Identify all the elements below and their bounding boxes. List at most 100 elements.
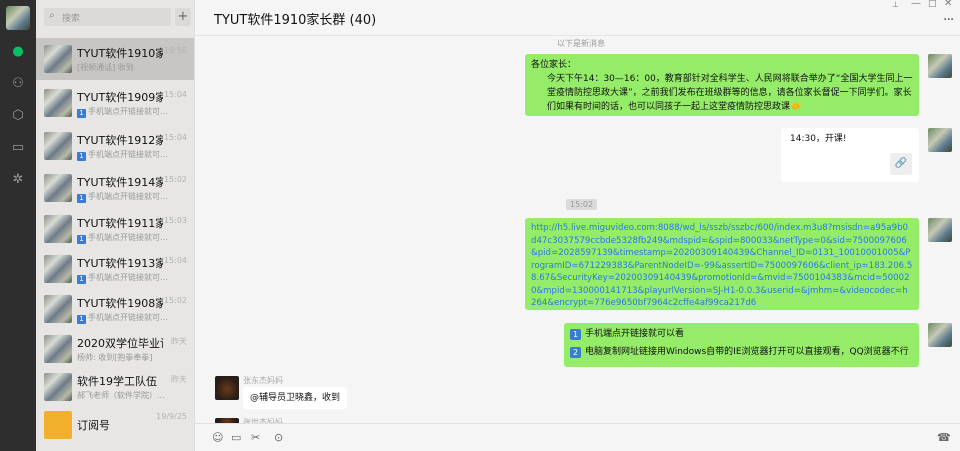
conversation-time: 15:02: [163, 296, 187, 305]
list-item[interactable]: TYUT软件1911家长... 15:03 1手机端点开链接就可...: [36, 208, 194, 250]
conversation-name: TYUT软件1911家长...: [77, 217, 163, 230]
chat-panel: TYUT软件1910家长群 (40) ⊥ — □ ✕ ··· 以下是新消息 各位…: [194, 0, 960, 451]
more-icon[interactable]: ···: [943, 12, 954, 28]
group-avatar: [44, 295, 72, 323]
list-item[interactable]: TYUT软件1913家长... 15:04 1手机端点开链接就可...: [36, 248, 194, 290]
conversation-preview: 1 手机端点开链接就可...: [77, 232, 187, 244]
list-item[interactable]: 软件19学工队伍 昨天 郝飞老师（软件学院）...: [36, 366, 194, 408]
avatar[interactable]: [928, 323, 952, 347]
conversation-time: 19/9/25: [156, 412, 187, 421]
group-avatar: [44, 45, 72, 73]
conversation-time: 15:04: [163, 133, 187, 142]
conversation-time: 15:02: [163, 175, 187, 184]
avatar[interactable]: [215, 376, 239, 400]
conversation-time: 15:03: [163, 216, 187, 225]
add-chat-button[interactable]: +: [175, 8, 191, 26]
list-item[interactable]: TYUT软件1910家长... 19:58 [视频通话] 收到: [36, 38, 194, 80]
conversation-preview: 郝飞老师（软件学院）...: [77, 391, 165, 400]
conversation-preview: 1 手机端点开链接就可...: [77, 272, 187, 284]
conversation-name: TYUT软件1909家长...: [77, 91, 163, 104]
chat-history-icon[interactable]: ⊙: [274, 431, 283, 444]
phone-icon[interactable]: ☎: [937, 431, 951, 444]
sender-name: 张东杰妈妈: [243, 376, 283, 385]
avatar[interactable]: [928, 218, 952, 242]
chat-header: TYUT软件1910家长群 (40) ⊥ — □ ✕ ···: [195, 0, 960, 36]
conversation-name: TYUT软件1913家长...: [77, 257, 163, 270]
group-avatar: [44, 255, 72, 283]
contacts-icon[interactable]: ⚇: [10, 76, 26, 92]
message-text: @辅导员卫晓鑫，收到: [250, 393, 341, 403]
message-bubble[interactable]: @辅导员卫晓鑫，收到: [243, 387, 347, 409]
close-icon[interactable]: ✕: [944, 0, 952, 9]
conversation-time: 15:04: [163, 256, 187, 265]
conversation-name: TYUT软件1912家长...: [77, 134, 163, 147]
number-badge-icon: 1: [77, 152, 86, 161]
emoji-icon[interactable]: ☺: [212, 431, 223, 444]
conversation-preview: 1 手机端点开链接就可...: [77, 312, 187, 324]
message-text: 2 电脑复制网址链接用Windows自带的IE浏览器打开可以直接观看，QQ浏览器不…: [570, 345, 913, 359]
conversation-name: TYUT软件1914家长...: [77, 176, 163, 189]
message-bubble[interactable]: 各位家长： 今天下午14：30—16：00，教育部针对全科学生、人民网将联合举办…: [525, 54, 919, 116]
folder-icon[interactable]: ▭: [10, 140, 26, 156]
group-avatar: [44, 335, 72, 363]
conversation-list: ⌕ 搜索 + TYUT软件1910家长... 19:58 [视频通话] 收到 T…: [36, 0, 194, 451]
conversation-name: 2020双学位毕业论文...: [77, 337, 163, 350]
group-avatar: [44, 174, 72, 202]
pin-icon[interactable]: ⊥: [892, 0, 899, 9]
favorites-icon[interactable]: ⬡: [10, 108, 26, 124]
search-icon: ⌕: [49, 10, 55, 21]
system-notice: 以下是新消息: [557, 39, 605, 48]
link-icon[interactable]: 🔗: [890, 153, 912, 175]
maximize-icon[interactable]: □: [928, 0, 937, 9]
avatar[interactable]: [928, 54, 952, 78]
nav-rail: ● ⚇ ⬡ ▭ ✲: [0, 0, 36, 451]
minimize-icon[interactable]: —: [911, 0, 921, 9]
conversation-name: 软件19学工队伍: [77, 375, 157, 388]
input-toolbar: ☺ ▭ ✂ ⊙ ☎: [195, 423, 960, 451]
time-divider: 15:02: [566, 199, 598, 210]
number-badge-icon: 1: [77, 235, 86, 244]
conversation-preview: [视频通话] 收到: [77, 63, 134, 72]
subscription-avatar: [44, 411, 72, 439]
avatar[interactable]: [928, 128, 952, 152]
number-badge-icon: 1: [77, 194, 86, 203]
message-bubble[interactable]: http://h5.live.miguvideo.com:8088/wd_ls/…: [525, 218, 919, 310]
group-avatar: [44, 373, 72, 401]
message-bubble[interactable]: 14:30，开课! 🔗: [781, 128, 919, 182]
conversation-time: 昨天: [171, 337, 187, 346]
message-text: 1 手机端点开链接就可以看: [570, 327, 913, 341]
folder-icon[interactable]: ▭: [231, 431, 241, 444]
message-bubble[interactable]: 1 手机端点开链接就可以看 2 电脑复制网址链接用Windows自带的IE浏览器打开…: [564, 323, 919, 367]
group-avatar: [44, 215, 72, 243]
number-badge-icon: 1: [77, 275, 86, 284]
scissors-icon[interactable]: ✂: [251, 431, 260, 444]
list-item[interactable]: TYUT软件1914家长... 15:02 1手机端点开链接就可...: [36, 167, 194, 209]
list-item[interactable]: TYUT软件1909家长... 15:04 1手机端点开链接就可...: [36, 82, 194, 124]
conversation-preview: 1 手机端点开链接就可...: [77, 106, 187, 118]
list-item[interactable]: 2020双学位毕业论文... 昨天 杨帅: 收到[抱拳奉拳]: [36, 328, 194, 370]
list-item[interactable]: TYUT软件1908家长... 15:02 1手机端点开链接就可...: [36, 288, 194, 330]
number-badge-icon: 1: [77, 315, 86, 324]
conversation-time: 15:04: [163, 90, 187, 99]
my-avatar[interactable]: [6, 6, 30, 30]
conversation-preview: 1 手机端点开链接就可...: [77, 149, 187, 161]
page-title: TYUT软件1910家长群 (40): [214, 13, 377, 28]
message-text: 各位家长：: [531, 60, 577, 70]
conversation-name: TYUT软件1910家长...: [77, 47, 163, 60]
conversation-preview: 杨帅: 收到[抱拳奉拳]: [77, 353, 153, 362]
conversation-name: TYUT软件1908家长...: [77, 297, 163, 310]
conversation-time: 昨天: [171, 375, 187, 384]
message-text: 14:30，开课!: [790, 134, 847, 144]
moments-icon[interactable]: ✲: [10, 172, 26, 188]
conversation-preview: 1 手机端点开链接就可...: [77, 191, 187, 203]
conversation-time: 19:58: [163, 46, 187, 55]
search-input[interactable]: ⌕ 搜索: [44, 8, 171, 26]
list-item[interactable]: TYUT软件1912家长... 15:04 1手机端点开链接就可...: [36, 125, 194, 167]
number-one-icon: 1: [570, 329, 581, 340]
message-link[interactable]: http://h5.live.miguvideo.com:8088/wd_ls/…: [531, 223, 912, 308]
number-two-icon: 2: [570, 347, 581, 358]
search-placeholder: 搜索: [62, 14, 81, 24]
chat-icon[interactable]: ●: [10, 44, 26, 60]
message-text: 今天下午14：30—16：00，教育部针对全科学生、人民网将联合举办了“全国大学…: [547, 74, 913, 112]
list-item[interactable]: 订阅号 19/9/25: [36, 404, 194, 446]
